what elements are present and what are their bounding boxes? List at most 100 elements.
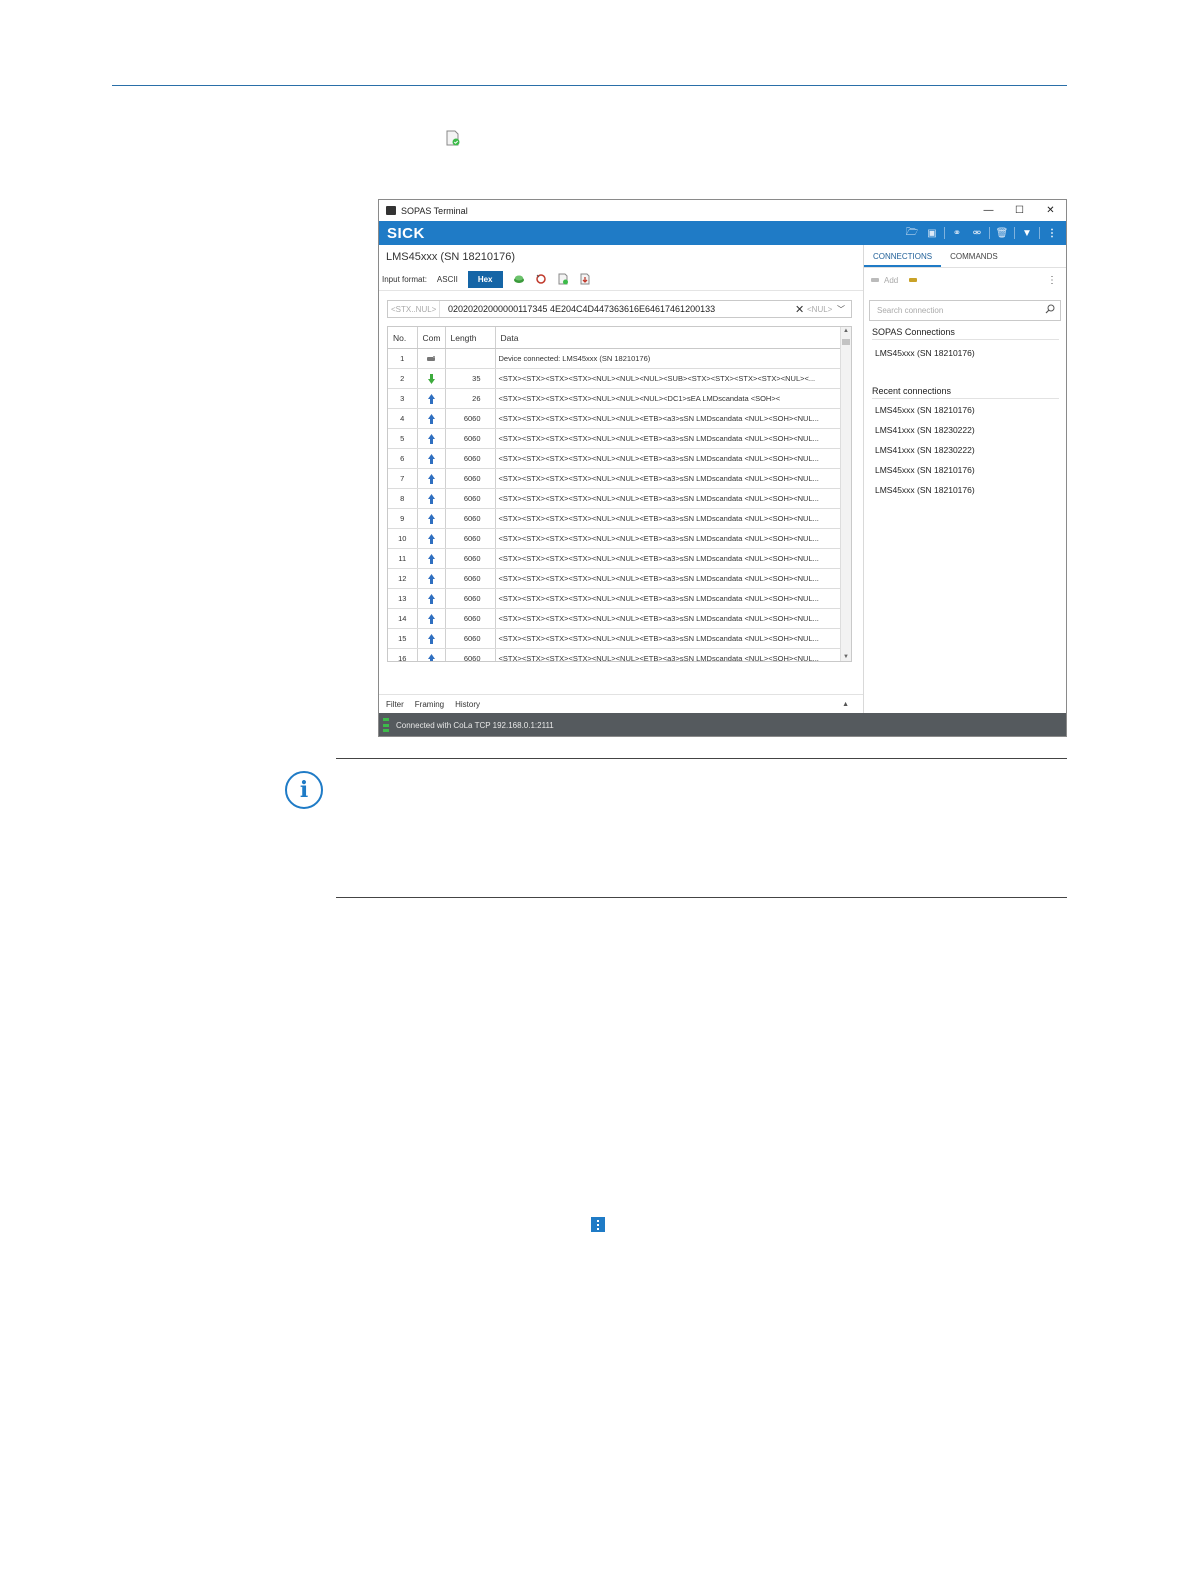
column-header[interactable]: No. (388, 327, 418, 349)
data-cell: <STX><STX><STX><STX><NUL><NUL><NUL><DC1>… (495, 388, 843, 409)
arrow-up-icon (427, 453, 435, 464)
table-row[interactable]: 14 6060 <STX><STX><STX><STX><NUL><NUL><ETB… (388, 608, 843, 629)
direction-cell (417, 388, 446, 409)
table-row[interactable]: 16 6060 <STX><STX><STX><STX><NUL><NUL><ETB… (388, 648, 843, 661)
close-button[interactable]: ✕ (1035, 200, 1066, 221)
maximize-button[interactable]: ☐ (1004, 200, 1035, 221)
table-row[interactable]: 4 6060 <STX><STX><STX><STX><NUL><NUL><ETB>… (388, 408, 843, 429)
tab-framing[interactable]: Framing (415, 700, 444, 709)
length-cell (445, 348, 496, 369)
scroll-thumb[interactable] (842, 339, 850, 345)
direction-cell (417, 548, 446, 569)
input-suffix[interactable]: <NUL> (807, 305, 837, 314)
connection-item[interactable]: LMS45xxx (SN 18210176) (864, 460, 1066, 480)
table-row[interactable]: 7 6060 <STX><STX><STX><STX><NUL><NUL><ETB>… (388, 468, 843, 489)
document-check-icon (446, 130, 460, 146)
connection-item[interactable]: LMS41xxx (SN 18230222) (864, 440, 1066, 460)
length-cell: 6060 (445, 508, 496, 529)
search-icon[interactable] (1045, 304, 1055, 314)
direction-cell (417, 468, 446, 489)
filter-icon[interactable]: ▼ (1017, 228, 1037, 239)
length-cell: 6060 (445, 608, 496, 629)
command-input-value[interactable]: 02020202000000117345 4E204C4D447363616E6… (440, 304, 795, 314)
minimize-button[interactable]: — (973, 200, 1004, 221)
sopas-connections-heading: SOPAS Connections (872, 327, 1059, 340)
table-row[interactable]: 2 35 <STX><STX><STX><STX><NUL><NUL><NUL><S… (388, 368, 843, 389)
row-number: 10 (388, 528, 418, 549)
connection-item[interactable]: LMS41xxx (SN 18230222) (864, 420, 1066, 440)
tab-connections[interactable]: CONNECTIONS (864, 245, 942, 267)
more-menu-icon[interactable]: ⋮ (1042, 228, 1062, 239)
connection-item[interactable]: LMS45xxx (SN 18210176) (864, 400, 1066, 420)
search-connection-input[interactable]: Search connection (869, 300, 1061, 321)
scroll-down-icon[interactable]: ▼ (841, 654, 851, 660)
column-header[interactable]: Com (417, 327, 446, 349)
connections-pane: CONNECTIONS COMMANDS Add ⋮ Search connec… (863, 245, 1066, 713)
direction-cell (417, 508, 446, 529)
table-row[interactable]: 11 6060 <STX><STX><STX><STX><NUL><NUL><ETB… (388, 548, 843, 569)
disconnect-icon[interactable]: ⚮ (967, 228, 987, 239)
bottom-tabs: Filter Framing History ▲ (379, 694, 863, 713)
search-placeholder[interactable]: Search connection (877, 306, 943, 315)
length-cell: 6060 (445, 488, 496, 509)
table-row[interactable]: 15 6060 <STX><STX><STX><STX><NUL><NUL><ETB… (388, 628, 843, 649)
tab-history[interactable]: History (455, 700, 480, 709)
delete-icon[interactable]: 🗑 (992, 228, 1012, 239)
table-row[interactable]: 1 Device connected: LMS45xxx (SN 18210176… (388, 348, 843, 369)
length-cell: 6060 (445, 648, 496, 661)
info-icon: i (285, 771, 323, 809)
table-row[interactable]: 12 6060 <STX><STX><STX><STX><NUL><NUL><ETB… (388, 568, 843, 589)
arrow-up-icon (427, 513, 435, 524)
send-icon[interactable] (513, 273, 525, 285)
row-number: 5 (388, 428, 418, 449)
length-cell: 6060 (445, 568, 496, 589)
add-connection-button[interactable]: Add (884, 276, 898, 285)
data-cell: Device connected: LMS45xxx (SN 18210176) (495, 348, 843, 369)
arrow-up-icon (427, 473, 435, 484)
table-scrollbar[interactable]: ▲ ▼ (840, 327, 851, 661)
tab-commands[interactable]: COMMANDS (941, 245, 1007, 267)
ascii-button[interactable]: ASCII (430, 271, 465, 288)
hex-button[interactable]: Hex (467, 270, 503, 288)
arrow-up-icon (427, 633, 435, 644)
title-bar: SOPAS Terminal — ☐ ✕ (379, 200, 1066, 221)
row-number: 15 (388, 628, 418, 649)
import-file-icon[interactable] (557, 273, 569, 285)
device-title: LMS45xxx (SN 18210176) (386, 251, 516, 263)
table-row[interactable]: 5 6060 <STX><STX><STX><STX><NUL><NUL><ETB>… (388, 428, 843, 449)
length-cell: 6060 (445, 548, 496, 569)
chevron-down-icon[interactable]: ﹀ (837, 304, 851, 315)
connect-icon[interactable]: ⚭ (947, 228, 967, 239)
connection-item[interactable]: LMS45xxx (SN 18210176) (864, 343, 1066, 363)
more-options-icon[interactable]: ⋮ (1047, 275, 1057, 286)
tab-filter[interactable]: Filter (386, 700, 404, 709)
data-cell: <STX><STX><STX><STX><NUL><NUL><ETB><a3>s… (495, 548, 843, 569)
expand-panel-icon[interactable]: ▲ (842, 701, 849, 708)
column-header[interactable]: Length (445, 327, 496, 349)
repeat-send-icon[interactable] (535, 273, 547, 285)
table-row[interactable]: 10 6060 <STX><STX><STX><STX><NUL><NUL><ETB… (388, 528, 843, 549)
export-file-icon[interactable] (579, 273, 591, 285)
column-header[interactable]: Data (495, 327, 843, 349)
table-row[interactable]: 8 6060 <STX><STX><STX><STX><NUL><NUL><ETB>… (388, 488, 843, 509)
add-connection-icon[interactable] (870, 276, 880, 284)
open-folder-icon[interactable]: 🗁 (902, 225, 922, 242)
scan-devices-icon[interactable] (908, 276, 918, 284)
input-prefix[interactable]: <STX..NUL> (388, 301, 440, 317)
command-input[interactable]: <STX..NUL> 02020202000000117345 4E204C4D… (387, 300, 852, 318)
note-bottom-rule (336, 897, 1067, 898)
clear-icon[interactable]: ✕ (795, 303, 807, 316)
data-cell: <STX><STX><STX><STX><NUL><NUL><ETB><a3>s… (495, 588, 843, 609)
table-row[interactable]: 3 26 <STX><STX><STX><STX><NUL><NUL><NUL><D… (388, 388, 843, 409)
status-bar: Connected with CoLa TCP 192.168.0.1:2111 (379, 713, 1066, 736)
connection-item[interactable]: LMS45xxx (SN 18210176) (864, 480, 1066, 500)
save-icon[interactable]: ▣ (922, 228, 942, 239)
table-row[interactable]: 13 6060 <STX><STX><STX><STX><NUL><NUL><ETB… (388, 588, 843, 609)
data-cell: <STX><STX><STX><STX><NUL><NUL><ETB><a3>s… (495, 628, 843, 649)
arrow-up-icon (427, 533, 435, 544)
table-row[interactable]: 6 6060 <STX><STX><STX><STX><NUL><NUL><ETB>… (388, 448, 843, 469)
direction-cell (417, 428, 446, 449)
monitor-icon (386, 206, 396, 215)
table-row[interactable]: 9 6060 <STX><STX><STX><STX><NUL><NUL><ETB>… (388, 508, 843, 529)
scroll-up-icon[interactable]: ▲ (841, 328, 851, 334)
